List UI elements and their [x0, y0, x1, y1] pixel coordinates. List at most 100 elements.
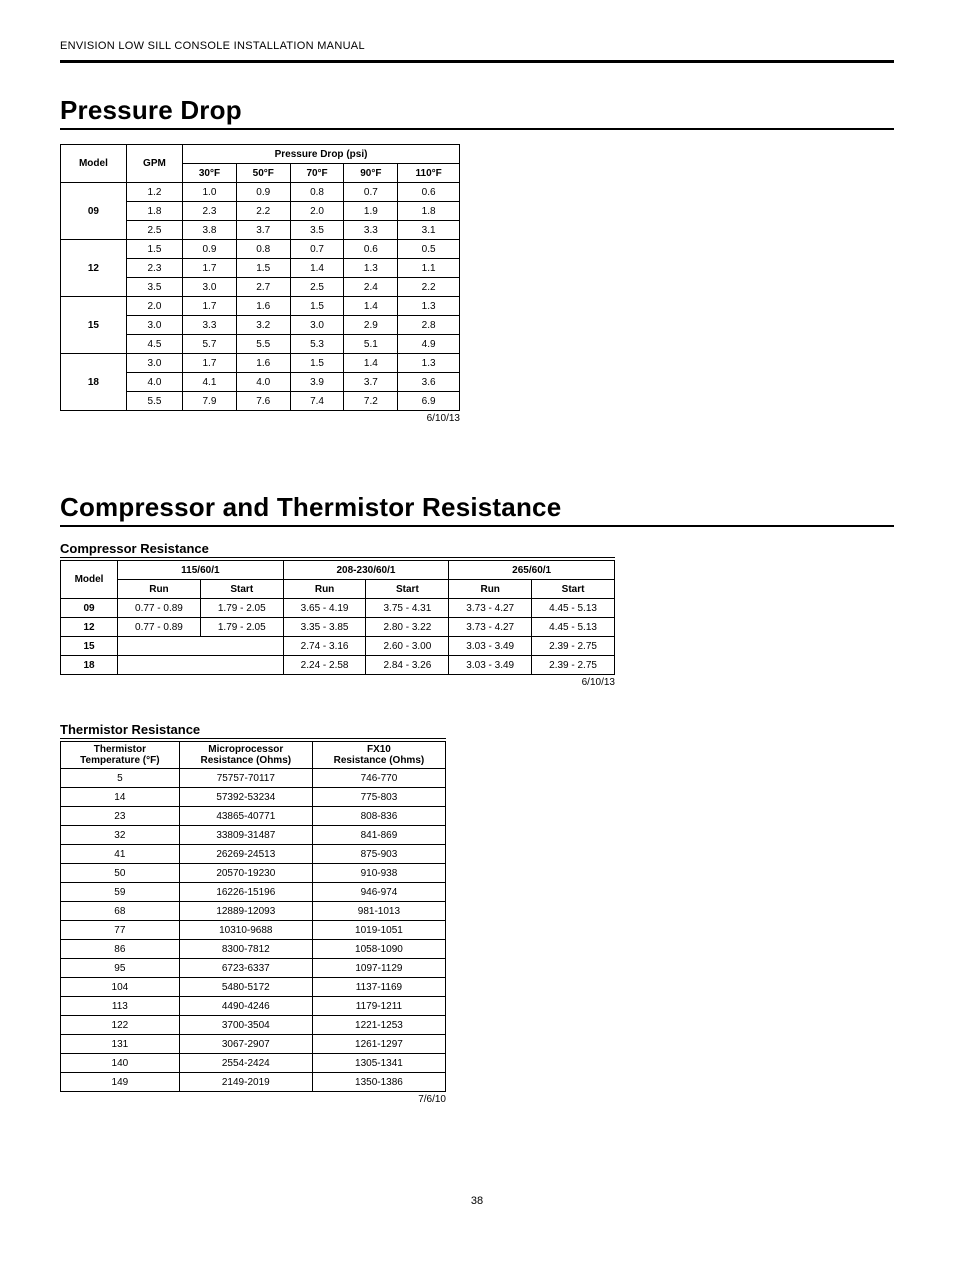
cell-value: 3.0	[183, 278, 237, 297]
cell-value: 26269-24513	[179, 845, 312, 864]
page-number: 38	[60, 1195, 894, 1207]
cell-value: 5	[61, 769, 180, 788]
col-voltage-group: 115/60/1	[118, 561, 284, 580]
date-stamp: 6/10/13	[60, 413, 460, 424]
cell-value: 2.39 - 2.75	[532, 656, 615, 675]
cell-gpm: 2.0	[126, 297, 182, 316]
cell-value: 4.9	[398, 335, 460, 354]
cell-gpm: 1.5	[126, 240, 182, 259]
cell-value: 41	[61, 845, 180, 864]
cell-value: 1.79 - 2.05	[200, 599, 283, 618]
cell-value: 4.45 - 5.13	[532, 618, 615, 637]
table-row: 1134490-42461179-1211	[61, 997, 446, 1016]
cell-value: 2.39 - 2.75	[532, 637, 615, 656]
cell-value: 0.77 - 0.89	[118, 599, 201, 618]
cell-value: 0.8	[290, 183, 344, 202]
cell-value: 7.4	[290, 392, 344, 411]
col-voltage-group: 265/60/1	[449, 561, 615, 580]
cell-value: 1.4	[344, 297, 398, 316]
table-row: 5020570-19230910-938	[61, 864, 446, 883]
cell-value: 4.0	[236, 373, 290, 392]
date-stamp: 6/10/13	[60, 677, 615, 688]
cell-value: 43865-40771	[179, 807, 312, 826]
cell-model: 12	[61, 240, 127, 297]
cell-value: 68	[61, 902, 180, 921]
cell-value: 1137-1169	[312, 978, 445, 997]
cell-model: 18	[61, 354, 127, 411]
cell-value: 0.9	[236, 183, 290, 202]
cell-gpm: 1.8	[126, 202, 182, 221]
cell-value: 4490-4246	[179, 997, 312, 1016]
cell-value: 2554-2424	[179, 1054, 312, 1073]
table-row: 091.21.00.90.80.70.6	[61, 183, 460, 202]
table-row: 182.24 - 2.582.84 - 3.263.03 - 3.492.39 …	[61, 656, 615, 675]
cell-value: 1.6	[236, 297, 290, 316]
cell-value: 0.7	[290, 240, 344, 259]
cell-value: 1.6	[236, 354, 290, 373]
cell-value: 3.2	[236, 316, 290, 335]
cell-value: 75757-70117	[179, 769, 312, 788]
cell-value: 86	[61, 940, 180, 959]
col-temp: 70°F	[290, 164, 344, 183]
cell-value: 3.03 - 3.49	[449, 656, 532, 675]
document-header: ENVISION LOW SILL CONSOLE INSTALLATION M…	[60, 40, 894, 63]
col-sub: Start	[200, 580, 283, 599]
cell-value: 2.2	[398, 278, 460, 297]
cell-value: 1.1	[398, 259, 460, 278]
cell-value: 3067-2907	[179, 1035, 312, 1054]
cell-value: 746-770	[312, 769, 445, 788]
cell-value: 3.03 - 3.49	[449, 637, 532, 656]
cell-value: 0.9	[183, 240, 237, 259]
cell-gpm: 2.3	[126, 259, 182, 278]
cell-value: 12889-12093	[179, 902, 312, 921]
subtitle-compressor: Compressor Resistance	[60, 541, 615, 558]
cell-value: 7.9	[183, 392, 237, 411]
col-sub: Start	[366, 580, 449, 599]
cell-value: 3.35 - 3.85	[283, 618, 366, 637]
cell-value: 1.8	[398, 202, 460, 221]
col-sub: Run	[283, 580, 366, 599]
cell-value: 7.6	[236, 392, 290, 411]
cell-gpm: 5.5	[126, 392, 182, 411]
cell-value: 5.5	[236, 335, 290, 354]
section-title-pressure-drop: Pressure Drop	[60, 95, 894, 130]
cell-gpm: 4.5	[126, 335, 182, 354]
table-row: 5916226-15196946-974	[61, 883, 446, 902]
table-row: 152.01.71.61.51.41.3	[61, 297, 460, 316]
col-header: FX10Resistance (Ohms)	[312, 742, 445, 769]
table-row: 2343865-40771808-836	[61, 807, 446, 826]
cell-value: 77	[61, 921, 180, 940]
cell-model: 15	[61, 637, 118, 656]
cell-value: 3.73 - 4.27	[449, 599, 532, 618]
table-row: 1457392-53234775-803	[61, 788, 446, 807]
col-model: Model	[61, 145, 127, 183]
cell-value: 3.1	[398, 221, 460, 240]
cell-value: 1.3	[344, 259, 398, 278]
cell-value: 0.8	[236, 240, 290, 259]
table-row: 1313067-29071261-1297	[61, 1035, 446, 1054]
cell-gpm: 3.0	[126, 354, 182, 373]
cell-value: 910-938	[312, 864, 445, 883]
table-row: 956723-63371097-1129	[61, 959, 446, 978]
cell-model: 15	[61, 297, 127, 354]
cell-value: 5480-5172	[179, 978, 312, 997]
subtitle-thermistor: Thermistor Resistance	[60, 722, 446, 739]
cell-empty	[118, 637, 284, 656]
pressure-drop-table: Model GPM Pressure Drop (psi) 30°F50°F70…	[60, 144, 460, 411]
cell-value: 2.4	[344, 278, 398, 297]
cell-value: 1019-1051	[312, 921, 445, 940]
cell-value: 4.45 - 5.13	[532, 599, 615, 618]
cell-value: 59	[61, 883, 180, 902]
cell-value: 95	[61, 959, 180, 978]
cell-value: 16226-15196	[179, 883, 312, 902]
col-sub: Run	[118, 580, 201, 599]
cell-value: 3700-3504	[179, 1016, 312, 1035]
table-row: 1223700-35041221-1253	[61, 1016, 446, 1035]
cell-value: 140	[61, 1054, 180, 1073]
cell-value: 1179-1211	[312, 997, 445, 1016]
cell-value: 3.73 - 4.27	[449, 618, 532, 637]
cell-value: 946-974	[312, 883, 445, 902]
cell-value: 5.7	[183, 335, 237, 354]
cell-value: 3.0	[290, 316, 344, 335]
table-row: 152.74 - 3.162.60 - 3.003.03 - 3.492.39 …	[61, 637, 615, 656]
